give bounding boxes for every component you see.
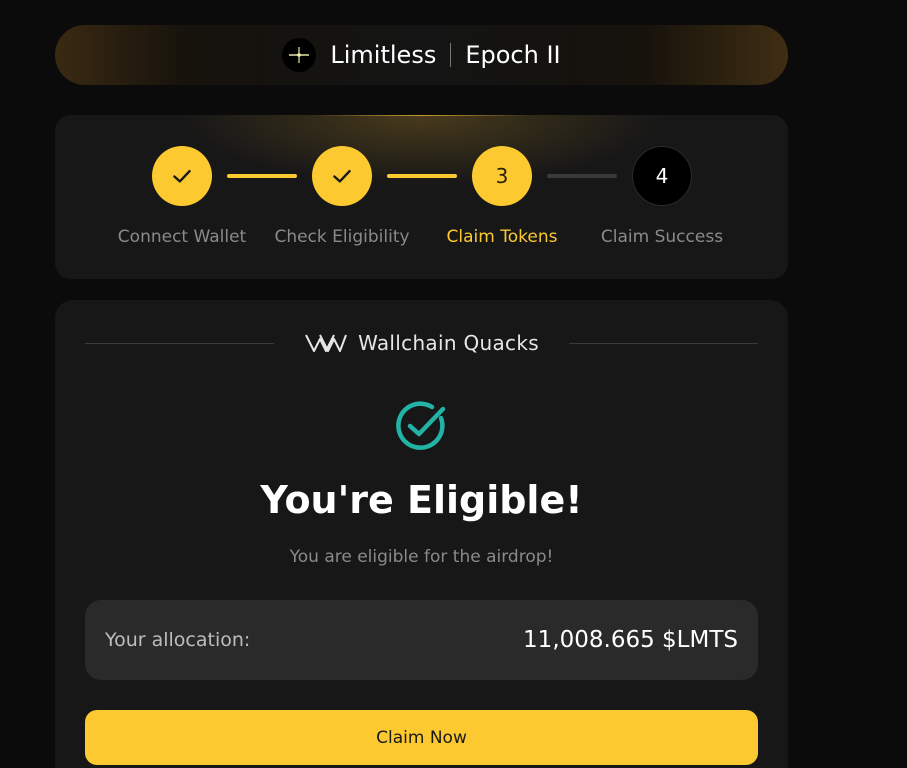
eligibility-card: Wallchain Quacks You're Eligible! You ar… [55, 300, 788, 768]
step-claim-tokens: 3 [472, 146, 532, 206]
epoch-label: Epoch II [465, 41, 561, 69]
brand-name: Limitless [330, 41, 437, 69]
checkmark-icon [333, 169, 351, 183]
claim-now-button[interactable]: Claim Now [85, 710, 758, 765]
header-divider [450, 43, 452, 67]
app-header: Limitless Epoch II [55, 25, 788, 85]
limitless-logo-icon [282, 38, 317, 72]
step-claim-success: 4 [632, 146, 692, 206]
partner-row: Wallchain Quacks [85, 328, 759, 358]
eligibility-title: You're Eligible! [260, 478, 583, 522]
allocation-panel: Your allocation: 11,008.665 $LMTS [85, 600, 758, 680]
step-connector [387, 174, 457, 178]
success-check-icon [396, 401, 446, 450]
step-number: 4 [655, 164, 669, 188]
allocation-value: 11,008.665 $LMTS [523, 627, 738, 653]
step-number: 3 [495, 164, 509, 188]
wallchain-logo-icon [305, 334, 348, 352]
step-connect-wallet [152, 146, 212, 206]
step-label: Claim Success [600, 227, 724, 247]
step-label: Connect Wallet [117, 227, 247, 247]
divider-line [568, 342, 759, 344]
step-label: Claim Tokens [446, 227, 558, 247]
claim-stepper: 3 4 Connect Wallet Check Eligibility Cla… [55, 115, 788, 279]
step-label: Check Eligibility [274, 227, 410, 247]
step-check-eligibility [312, 146, 372, 206]
eligibility-subtitle: You are eligible for the airdrop! [289, 547, 554, 567]
divider-line [85, 342, 275, 344]
allocation-label: Your allocation: [105, 629, 251, 651]
step-connector [227, 174, 297, 178]
checkmark-icon [173, 169, 191, 183]
step-connector [547, 174, 617, 178]
page: Limitless Epoch II 3 4 Connect Wallet Ch… [0, 0, 907, 768]
partner-badge: Wallchain Quacks [304, 331, 539, 355]
partner-name: Wallchain Quacks [358, 331, 539, 355]
